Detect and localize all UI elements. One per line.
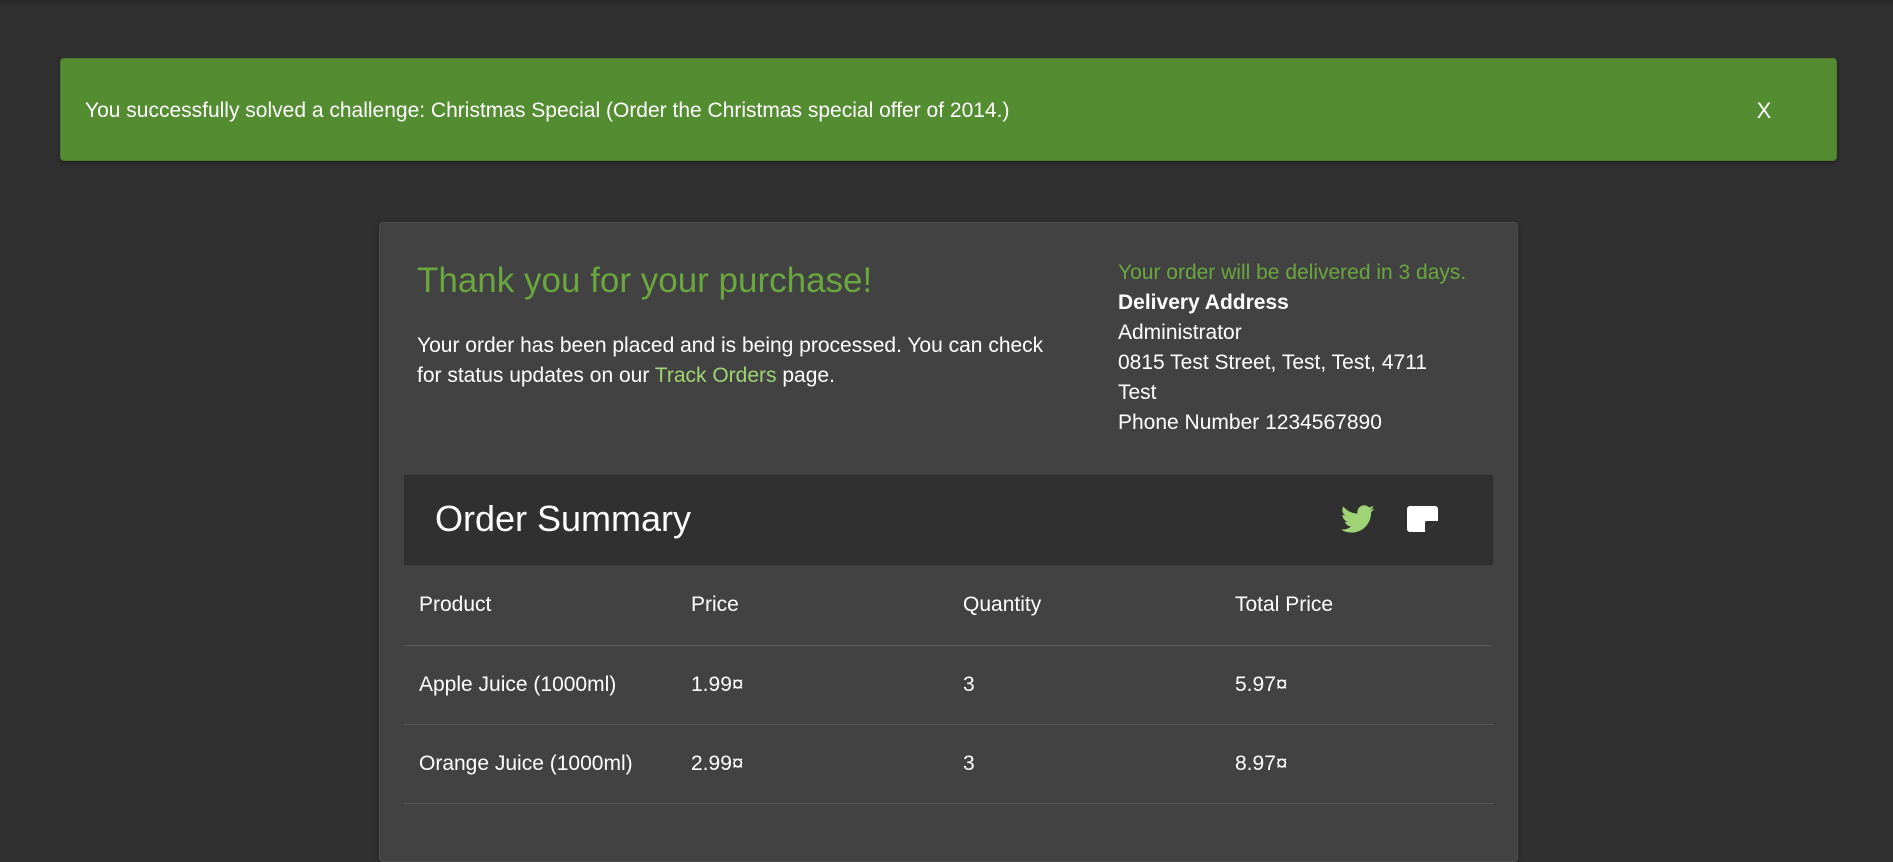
delivery-eta: Your order will be delivered in 3 days. <box>1118 261 1467 284</box>
order-summary-header: Order Summary <box>404 475 1493 565</box>
column-header-price: Price <box>691 593 739 616</box>
column-header-total-price: Total Price <box>1235 593 1334 616</box>
notification-message: You successfully solved a challenge: Chr… <box>85 99 1010 122</box>
delivery-info: Your order will be delivered in 3 days. … <box>1118 260 1508 438</box>
total-price-cell: 5.97¤ <box>1235 673 1288 696</box>
table-row: Orange Juice (1000ml) 2.99¤ 3 8.97¤ <box>404 725 1493 804</box>
quantity-cell: 3 <box>963 752 975 775</box>
table-header-row: Product Price Quantity Total Price <box>404 565 1493 646</box>
note-icon[interactable] <box>1407 506 1438 532</box>
quantity-cell: 3 <box>963 673 975 696</box>
order-items-table: Product Price Quantity Total Price Apple… <box>404 565 1493 804</box>
price-cell: 2.99¤ <box>691 752 744 775</box>
track-orders-link[interactable]: Track Orders <box>655 364 777 387</box>
product-cell: Orange Juice (1000ml) <box>419 752 633 775</box>
delivery-phone: Phone Number 1234567890 <box>1118 411 1382 434</box>
confirmation-message: Your order has been placed and is being … <box>417 331 1057 391</box>
total-price-cell: 8.97¤ <box>1235 752 1288 775</box>
delivery-address-heading: Delivery Address <box>1118 291 1289 314</box>
table-row: Apple Juice (1000ml) 1.99¤ 3 5.97¤ <box>404 646 1493 725</box>
column-header-product: Product <box>419 593 492 616</box>
challenge-solved-notification: You successfully solved a challenge: Chr… <box>60 58 1837 161</box>
delivery-country: Test <box>1118 381 1157 404</box>
price-cell: 1.99¤ <box>691 673 744 696</box>
column-header-quantity: Quantity <box>963 593 1042 616</box>
confirmation-message-suffix: page. <box>776 364 835 387</box>
order-confirmation-card: Thank you for your purchase! Your order … <box>379 222 1518 862</box>
delivery-name: Administrator <box>1118 321 1242 344</box>
notification-close-button[interactable]: X <box>1744 97 1784 125</box>
delivery-street: 0815 Test Street, Test, Test, 4711 <box>1118 351 1427 374</box>
product-cell: Apple Juice (1000ml) <box>419 673 617 696</box>
order-summary-title: Order Summary <box>435 498 692 539</box>
twitter-icon[interactable] <box>1339 502 1377 536</box>
confirmation-title: Thank you for your purchase! <box>417 261 873 300</box>
top-shadow <box>0 0 1893 6</box>
